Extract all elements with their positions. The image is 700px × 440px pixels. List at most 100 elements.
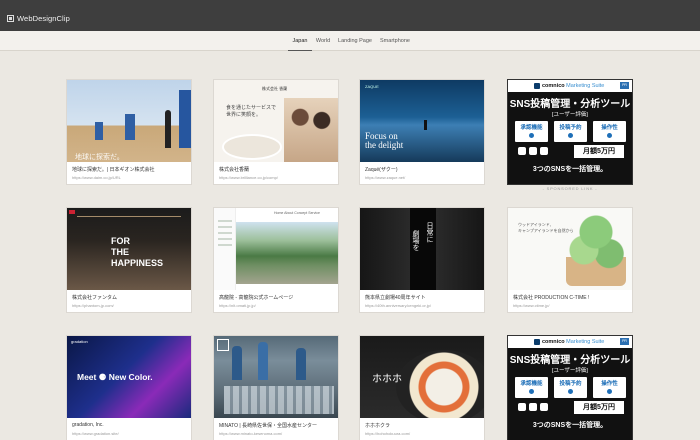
tab-smartphone[interactable]: Smartphone	[377, 31, 413, 51]
top-header: WebDesignClip	[0, 0, 700, 31]
site-title[interactable]: 地球に探索だ。| 日本ギオン株式会社	[72, 166, 155, 173]
thumb-logo: 株式会社 香蘭	[262, 86, 288, 91]
site-url[interactable]: https://www.zaque.net/	[365, 175, 405, 180]
site-thumbnail[interactable]	[214, 336, 338, 418]
ad-feature-badge: 投稿予約	[554, 121, 587, 142]
site-thumbnail[interactable]: Home About Concept Service	[214, 208, 338, 290]
thumb-text: 日常に	[426, 222, 433, 243]
site-card[interactable]: Home About Concept Service 高龍院 - 高龍院公式ホー…	[213, 207, 339, 313]
site-card[interactable]: ウッドアイランド、 キャンプアイランドを自然から 株式会社 PRODUCTION…	[507, 207, 633, 313]
thumb-text: Meet ⚈ New Color.	[77, 372, 153, 382]
check-icon	[568, 133, 573, 138]
thumb-headline: Focus on the delight	[365, 131, 404, 150]
instagram-icon	[518, 403, 526, 411]
logo-icon	[7, 15, 14, 22]
site-thumbnail[interactable]: 地球に探索だ。	[67, 80, 191, 162]
site-title[interactable]: 高龍院 - 高龍院公式ホームページ	[219, 294, 293, 301]
pr-badge: PR	[620, 82, 629, 89]
ad-header: comnico Marketing Suite PR	[508, 336, 632, 348]
category-nav: Japan World Landing Page Smartphone	[0, 31, 700, 51]
site-card[interactable]: MINATO | 長崎県佐世保・全国水産センター https://www.min…	[213, 335, 339, 440]
ad-brand: comnico Marketing Suite	[542, 339, 605, 345]
thumb-caption: 地球に探索だ。	[75, 154, 124, 161]
tab-landing-page[interactable]: Landing Page	[338, 31, 372, 51]
site-card[interactable]: 地球に探索だ。 地球に探索だ。| 日本ギオン株式会社 https://www.d…	[66, 79, 192, 185]
site-card[interactable]: ZAQUE Focus on the delight Zaqué(ザクー) ht…	[359, 79, 485, 185]
site-thumbnail[interactable]: ZAQUE Focus on the delight	[360, 80, 484, 162]
site-url[interactable]: https://www.ctime.jp/	[513, 303, 549, 308]
thumb-brand: ZAQUE	[365, 84, 379, 89]
ad-price: 月額5万円	[574, 145, 624, 158]
check-icon	[607, 389, 612, 394]
ad-feature-badge: 承認機能	[515, 121, 548, 142]
site-title[interactable]: gradation, Inc.	[72, 422, 104, 428]
twitter-icon	[529, 403, 537, 411]
site-title[interactable]: ホホホクラ	[365, 422, 390, 429]
check-icon	[529, 133, 534, 138]
check-icon	[529, 389, 534, 394]
ad-feature-badge: 操作性	[593, 121, 626, 142]
site-url[interactable]: https://www.daim.co.jp/URL	[72, 175, 121, 180]
site-title[interactable]: 株式会社香蘭	[219, 166, 249, 173]
ad-footer: 3つのSNSを一括管理。	[532, 166, 608, 173]
check-icon	[607, 133, 612, 138]
ad-footer: 3つのSNSを一括管理。	[532, 422, 608, 429]
comnico-logo-icon	[534, 339, 540, 345]
thumb-logo: gradation	[71, 339, 88, 344]
twitter-icon	[529, 147, 537, 155]
thumb-text: FOR THE HAPPINESS	[111, 236, 164, 268]
site-title[interactable]: Zaqué(ザクー)	[365, 166, 398, 173]
site-thumbnail[interactable]: FOR THE HAPPINESS	[67, 208, 191, 290]
site-thumbnail[interactable]: 株式会社 香蘭 食を通じたサービスで 世界に笑顔を。	[214, 80, 338, 162]
tab-world[interactable]: World	[314, 31, 332, 51]
facebook-icon	[540, 147, 548, 155]
site-url[interactable]: https://www.brilliance.co.jp/comp/	[219, 175, 278, 180]
site-card[interactable]: FOR THE HAPPINESS 株式会社ファンタム https://phan…	[66, 207, 192, 313]
ad-brand: comnico Marketing Suite	[542, 83, 605, 89]
site-url[interactable]: https://40th.anniversary.kengeki.or.jp/	[365, 303, 431, 308]
site-url[interactable]: https://nlt.omati.jp.jp/	[219, 303, 256, 308]
facebook-icon	[540, 403, 548, 411]
ad-subheadline: [ユーザー評価]	[552, 368, 588, 374]
tab-japan[interactable]: Japan	[288, 31, 312, 51]
comnico-logo-icon	[534, 83, 540, 89]
thumb-logo-mark	[217, 339, 229, 351]
site-url[interactable]: https://hohohokuura.com/	[365, 431, 410, 436]
site-card[interactable]: 劇場を 日常に 熊本県立劇場40周年サイト https://40th.anniv…	[359, 207, 485, 313]
social-icons	[518, 403, 548, 411]
site-card[interactable]: 株式会社 香蘭 食を通じたサービスで 世界に笑顔を。 株式会社香蘭 https:…	[213, 79, 339, 185]
social-icons	[518, 147, 548, 155]
site-thumbnail[interactable]: ホホホ	[360, 336, 484, 418]
pr-badge: PR	[620, 338, 629, 345]
site-title[interactable]: 熊本県立劇場40周年サイト	[365, 294, 426, 301]
check-icon	[568, 389, 573, 394]
thumb-text: ホホホ	[372, 374, 402, 385]
site-card[interactable]: ホホホ ホホホクラ https://hohohokuura.com/	[359, 335, 485, 440]
thumb-text: 食を通じたサービスで 世界に笑顔を。	[226, 105, 277, 118]
site-thumbnail[interactable]: ウッドアイランド、 キャンプアイランドを自然から	[508, 208, 632, 290]
thumb-menu: Home About Concept Service	[274, 211, 320, 215]
site-url[interactable]: https://www.minato-kesenoma.com/	[219, 431, 282, 436]
ad-feature-badge: 操作性	[593, 377, 626, 398]
ad-header: comnico Marketing Suite PR	[508, 80, 632, 92]
ad-subheadline: [ユーザー評価]	[552, 112, 588, 118]
site-url[interactable]: https://phantom-jp.com/	[72, 303, 114, 308]
site-title[interactable]: MINATO | 長崎県佐世保・全国水産センター	[219, 422, 317, 429]
site-logo[interactable]: WebDesignClip	[7, 14, 70, 23]
site-title[interactable]: 株式会社 PRODUCTION C-TIME !	[513, 294, 589, 301]
sponsored-link-label: - SPONSORED LINK -	[542, 186, 598, 191]
site-thumbnail[interactable]: gradation Meet ⚈ New Color.	[67, 336, 191, 418]
sponsored-ad[interactable]: comnico Marketing Suite PR SNS投稿管理・分析ツール…	[507, 335, 633, 440]
ad-headline: SNS投稿管理・分析ツール	[509, 355, 631, 366]
site-url[interactable]: https://www.gradation.site/	[72, 431, 119, 436]
ad-price: 月額5万円	[574, 401, 624, 414]
ad-feature-badge: 承認機能	[515, 377, 548, 398]
site-card[interactable]: gradation Meet ⚈ New Color. gradation, I…	[66, 335, 192, 440]
ad-feature-badge: 投稿予約	[554, 377, 587, 398]
ad-headline: SNS投稿管理・分析ツール	[509, 99, 631, 110]
instagram-icon	[518, 147, 526, 155]
site-title[interactable]: 株式会社ファンタム	[72, 294, 117, 301]
logo-text: WebDesignClip	[17, 14, 70, 23]
site-thumbnail[interactable]: 劇場を 日常に	[360, 208, 484, 290]
sponsored-ad[interactable]: comnico Marketing Suite PR SNS投稿管理・分析ツール…	[507, 79, 633, 185]
